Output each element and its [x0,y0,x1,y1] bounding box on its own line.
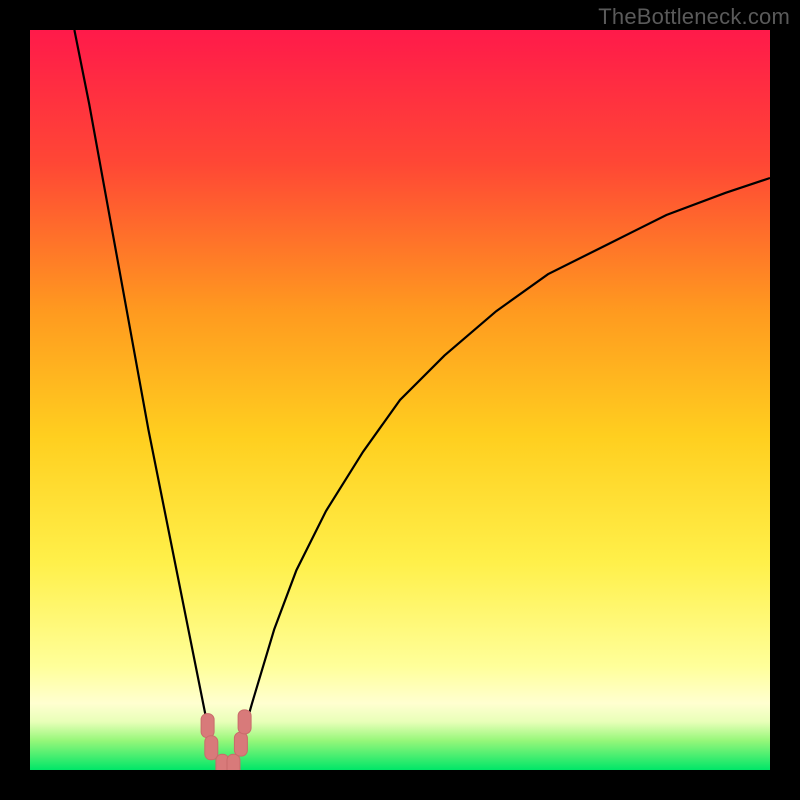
optimal-markers [201,710,251,770]
bottleneck-curve [30,30,770,770]
optimal-marker [234,732,247,756]
optimal-marker [205,736,218,760]
optimal-marker [238,710,251,734]
plot-area [30,30,770,770]
chart-frame: TheBottleneck.com [0,0,800,800]
optimal-marker [227,754,240,770]
optimal-marker [201,714,214,738]
watermark-text: TheBottleneck.com [598,4,790,30]
